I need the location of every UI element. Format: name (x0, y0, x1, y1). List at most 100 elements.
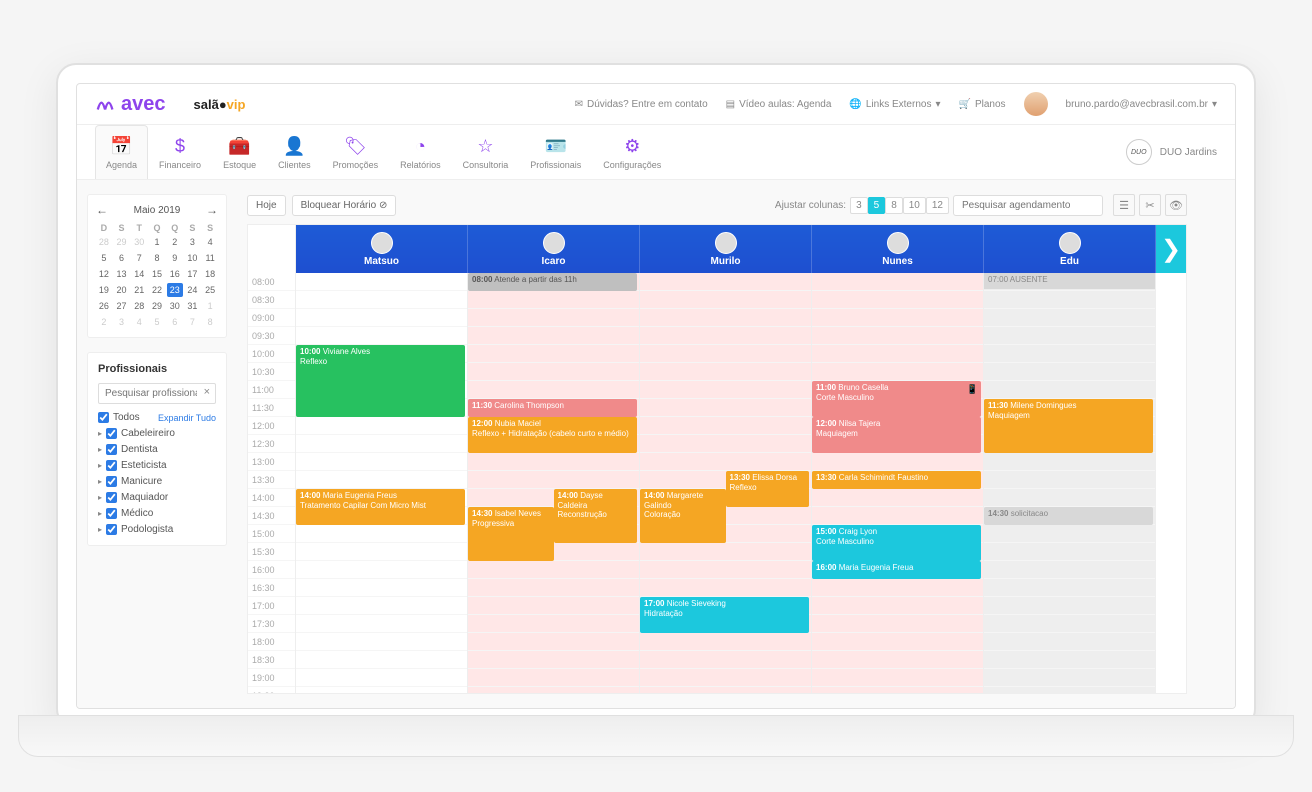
col-btn-12[interactable]: 12 (926, 197, 949, 214)
logo-avec[interactable]: avec (95, 93, 166, 116)
search-schedule-input[interactable] (953, 195, 1103, 216)
cal-day-22[interactable]: 22 (149, 283, 165, 297)
event[interactable]: 12:00 Nubia MacielReflexo + Hidratação (… (468, 417, 637, 453)
today-button[interactable]: Hoje (247, 195, 286, 216)
chk-esteticista[interactable] (106, 460, 117, 471)
cal-day-23[interactable]: 23 (167, 283, 183, 297)
cal-day-9[interactable]: 9 (167, 251, 183, 265)
cal-day-17[interactable]: 17 (185, 267, 201, 281)
user-menu[interactable]: bruno.pardo@avecbrasil.com.br ▾ (1066, 99, 1217, 110)
prof-search-clear[interactable]: × (204, 386, 210, 398)
cal-day-15[interactable]: 15 (149, 267, 165, 281)
cal-day-16[interactable]: 16 (167, 267, 183, 281)
logo-salaovip[interactable]: salã●vip (194, 97, 246, 112)
tools-icon[interactable]: ✂ (1139, 194, 1161, 216)
cal-day-12[interactable]: 12 (96, 267, 112, 281)
prof-header-murilo[interactable]: Murilo (640, 225, 812, 273)
event[interactable]: 15:00 Craig LyonCorte Masculino (812, 525, 981, 561)
external-links[interactable]: 🌐 Links Externos ▾ (849, 99, 940, 110)
cal-day-29[interactable]: 29 (114, 235, 130, 249)
prof-col-murilo[interactable]: 13:30 Elissa DorsaReflexo14:00 Margarete… (640, 273, 812, 693)
chk-dentista[interactable] (106, 444, 117, 455)
event[interactable]: 11:00 Bruno CasellaCorte Masculino📱 (812, 381, 981, 417)
cal-day-1[interactable]: 1 (202, 299, 218, 313)
contact-link[interactable]: ✉ Dúvidas? Entre em contato (575, 99, 708, 110)
cal-day-1[interactable]: 1 (149, 235, 165, 249)
prof-header-nunes[interactable]: Nunes (812, 225, 984, 273)
cal-day-30[interactable]: 30 (131, 235, 147, 249)
plans-link[interactable]: 🛒 Planos (958, 99, 1005, 110)
cal-day-6[interactable]: 6 (114, 251, 130, 265)
event[interactable]: 14:00 Maria Eugenia FreusTratamento Capi… (296, 489, 465, 525)
cal-day-11[interactable]: 11 (202, 251, 218, 265)
cal-day-3[interactable]: 3 (185, 235, 201, 249)
cal-day-7[interactable]: 7 (185, 315, 201, 329)
event[interactable]: 14:30 solicitacao (984, 507, 1153, 525)
event[interactable]: 14:00 Margarete GalindoColoração (640, 489, 726, 543)
event[interactable]: 14:00 Dayse CaldeiraReconstrução (554, 489, 638, 543)
cal-day-28[interactable]: 28 (96, 235, 112, 249)
cal-day-21[interactable]: 21 (131, 283, 147, 297)
prof-header-matsuo[interactable]: Matsuo (296, 225, 468, 273)
cal-day-30[interactable]: 30 (167, 299, 183, 313)
event[interactable]: 14:30 Isabel NevesProgressiva (468, 507, 554, 561)
cal-day-8[interactable]: 8 (149, 251, 165, 265)
cal-day-29[interactable]: 29 (149, 299, 165, 313)
block-time-button[interactable]: Bloquear Horário ⊘ (292, 195, 397, 216)
nav-clientes[interactable]: 👤Clientes (267, 125, 322, 179)
prof-col-matsuo[interactable]: 10:00 Viviane AlvesReflexo 14:00 Maria Eu… (296, 273, 468, 693)
cal-day-8[interactable]: 8 (202, 315, 218, 329)
cal-day-31[interactable]: 31 (185, 299, 201, 313)
chk-médico[interactable] (106, 508, 117, 519)
nav-configurações[interactable]: ⚙Configurações (592, 125, 672, 179)
expand-all[interactable]: Expandir Tudo (158, 413, 216, 423)
cal-day-27[interactable]: 27 (114, 299, 130, 313)
user-avatar[interactable] (1024, 92, 1048, 116)
chk-manicure[interactable] (106, 476, 117, 487)
prof-search-input[interactable] (98, 383, 216, 404)
cal-day-4[interactable]: 4 (202, 235, 218, 249)
nav-financeiro[interactable]: $Financeiro (148, 125, 212, 179)
event[interactable]: 13:30 Carla Schimindt Faustino (812, 471, 981, 489)
cal-day-20[interactable]: 20 (114, 283, 130, 297)
prof-header-icaro[interactable]: Icaro (468, 225, 640, 273)
cal-day-25[interactable]: 25 (202, 283, 218, 297)
cal-day-7[interactable]: 7 (131, 251, 147, 265)
next-professionals[interactable]: ❯ (1156, 225, 1186, 273)
event[interactable]: 17:00 Nicole SievekingHidratação (640, 597, 809, 633)
cal-day-2[interactable]: 2 (167, 235, 183, 249)
cal-day-24[interactable]: 24 (185, 283, 201, 297)
cal-day-13[interactable]: 13 (114, 267, 130, 281)
cal-day-14[interactable]: 14 (131, 267, 147, 281)
nav-promoções[interactable]: 🏷Promoções (322, 125, 390, 179)
event[interactable]: 11:30 Milene DominguesMaquiagem (984, 399, 1153, 453)
chk-maquiador[interactable] (106, 492, 117, 503)
prof-col-icaro[interactable]: 08:00 Atende a partir das 11h11:30 Carol… (468, 273, 640, 693)
cal-day-5[interactable]: 5 (149, 315, 165, 329)
cal-day-6[interactable]: 6 (167, 315, 183, 329)
visibility-icon[interactable]: 👁 (1165, 194, 1187, 216)
nav-relatórios[interactable]: ◔Relatórios (389, 125, 452, 179)
chk-cabeleireiro[interactable] (106, 428, 117, 439)
prof-header-edu[interactable]: Edu (984, 225, 1156, 273)
cal-next[interactable]: → (206, 203, 218, 217)
cal-day-2[interactable]: 2 (96, 315, 112, 329)
event[interactable]: 10:00 Viviane AlvesReflexo (296, 345, 465, 417)
col-btn-8[interactable]: 8 (885, 197, 903, 214)
event[interactable]: 11:30 Carolina Thompson (468, 399, 637, 417)
col-btn-5[interactable]: 5 (868, 197, 886, 214)
cal-day-28[interactable]: 28 (131, 299, 147, 313)
prof-col-nunes[interactable]: 11:00 Bruno CasellaCorte Masculino📱12:00… (812, 273, 984, 693)
nav-agenda[interactable]: 📅Agenda (95, 125, 148, 179)
nav-consultoria[interactable]: ☆Consultoria (452, 125, 520, 179)
cal-day-18[interactable]: 18 (202, 267, 218, 281)
chk-todos[interactable] (98, 412, 109, 423)
video-link[interactable]: ▤ Vídeo aulas: Agenda (726, 99, 832, 110)
cal-day-19[interactable]: 19 (96, 283, 112, 297)
cal-day-4[interactable]: 4 (131, 315, 147, 329)
list-view-icon[interactable]: ☰ (1113, 194, 1135, 216)
col-btn-3[interactable]: 3 (850, 197, 868, 214)
nav-profissionais[interactable]: 🪪Profissionais (519, 125, 592, 179)
col-btn-10[interactable]: 10 (903, 197, 926, 214)
event[interactable]: 16:00 Maria Eugenia Freua (812, 561, 981, 579)
